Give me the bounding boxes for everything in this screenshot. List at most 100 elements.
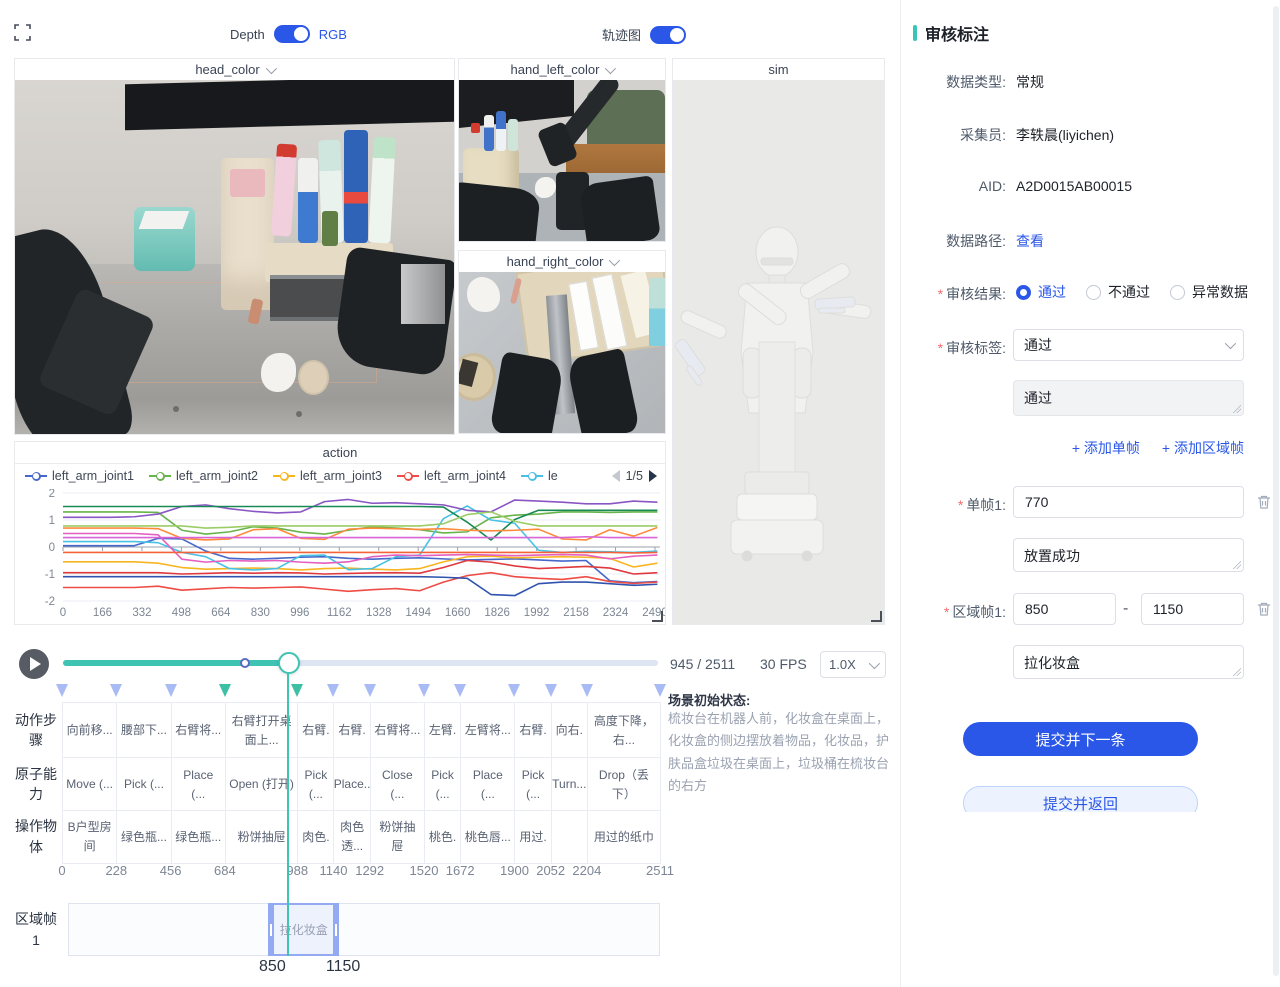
timeline-slider[interactable]: [63, 660, 658, 666]
scrollbar[interactable]: [1273, 6, 1279, 976]
segment-marker-icon[interactable]: [545, 684, 557, 697]
data-path-link[interactable]: 查看: [1016, 231, 1044, 251]
legend-item[interactable]: left_arm_joint3: [273, 469, 382, 483]
table-cell[interactable]: 左臂将...: [460, 702, 515, 759]
submit-return-button[interactable]: 提交并返回: [963, 786, 1198, 812]
radio-selected-icon[interactable]: [1016, 285, 1031, 300]
segment-marker-icon[interactable]: [56, 684, 68, 697]
segment-marker-icon[interactable]: [654, 684, 666, 697]
legend-item[interactable]: left_arm_joint1: [25, 469, 134, 483]
table-cell[interactable]: Place..: [333, 757, 370, 812]
action-chart[interactable]: 210-1-2016633249866483099611621328149416…: [15, 489, 665, 625]
table-cell[interactable]: [551, 810, 588, 864]
sim-view[interactable]: [673, 80, 884, 624]
table-cell[interactable]: Close (...: [370, 757, 425, 812]
table-cell[interactable]: 桃色.: [424, 810, 461, 864]
region-end-input[interactable]: 1150: [1141, 593, 1244, 625]
table-cell[interactable]: 右臂.: [514, 702, 551, 759]
resize-handle-icon[interactable]: [871, 611, 882, 622]
table-cell[interactable]: Move (...: [62, 757, 117, 812]
region-block[interactable]: 拉化妆盒: [268, 903, 339, 956]
legend-item[interactable]: left_arm_joint2: [149, 469, 258, 483]
table-cell[interactable]: 高度下降，右...: [587, 702, 661, 759]
table-cell[interactable]: 粉饼抽屉: [370, 810, 425, 864]
video-shape: [125, 80, 454, 130]
hand-left-color-title: hand_left_color: [511, 62, 600, 77]
hand-right-color-header[interactable]: hand_right_color: [459, 251, 665, 273]
region-start-input[interactable]: 850: [1013, 593, 1116, 625]
table-cell[interactable]: 用过.: [514, 810, 551, 864]
table-cell[interactable]: Pick (...: [116, 757, 171, 812]
table-cell[interactable]: 桃色唇...: [460, 810, 515, 864]
region-track[interactable]: [68, 903, 660, 956]
table-cell[interactable]: 向右.: [551, 702, 588, 759]
segment-marker-icon[interactable]: [219, 684, 231, 697]
table-cell[interactable]: 右臂将...: [171, 702, 226, 759]
comment-textarea[interactable]: 通过: [1013, 380, 1244, 416]
region-frame-note[interactable]: 拉化妆盒: [1013, 645, 1244, 679]
region-handle-left[interactable]: [268, 905, 274, 954]
resize-grip-icon[interactable]: [1233, 405, 1241, 413]
depth-rgb-toggle[interactable]: [274, 25, 310, 43]
table-cell[interactable]: 肉色透...: [333, 810, 370, 864]
table-cell[interactable]: 用过的纸巾: [587, 810, 661, 864]
table-cell[interactable]: Turn...: [551, 757, 588, 812]
table-cell[interactable]: Place (...: [460, 757, 515, 812]
add-region-frame-link[interactable]: + 添加区域帧: [1162, 438, 1244, 458]
fullscreen-icon[interactable]: [14, 24, 31, 41]
resize-grip-icon[interactable]: [1233, 561, 1241, 569]
region-handle-right[interactable]: [333, 905, 339, 954]
single-frame-marker[interactable]: [240, 658, 250, 668]
segment-marker-icon[interactable]: [327, 684, 339, 697]
trajectory-toggle[interactable]: [650, 26, 686, 44]
segment-marker-icon[interactable]: [508, 684, 520, 697]
table-cell[interactable]: 右臂.: [333, 702, 370, 759]
table-cell[interactable]: Drop（丢下）: [587, 757, 661, 812]
table-cell[interactable]: 肉色.: [297, 810, 334, 864]
hand-left-color-header[interactable]: hand_left_color: [459, 59, 665, 81]
table-cell[interactable]: 向前移...: [62, 702, 117, 759]
legend-prev-icon[interactable]: [612, 470, 620, 482]
table-cell[interactable]: 绿色瓶...: [171, 810, 226, 864]
table-cell[interactable]: 腰部下...: [116, 702, 171, 759]
segment-marker-icon[interactable]: [364, 684, 376, 697]
segment-marker-icon[interactable]: [291, 684, 303, 697]
slider-handle[interactable]: [278, 652, 300, 674]
radio-option[interactable]: 不通过: [1086, 282, 1150, 302]
tag-select[interactable]: 通过: [1013, 329, 1244, 361]
table-cell[interactable]: Pick (...: [297, 757, 334, 812]
speed-select[interactable]: 1.0X: [820, 651, 886, 678]
radio-option[interactable]: 通过: [1016, 282, 1066, 302]
playhead-line[interactable]: [287, 672, 289, 956]
radio-unselected-icon[interactable]: [1086, 285, 1101, 300]
table-cell[interactable]: B户型房间: [62, 810, 117, 864]
resize-handle-icon[interactable]: [652, 611, 663, 622]
segment-marker-icon[interactable]: [110, 684, 122, 697]
segment-marker-icon[interactable]: [581, 684, 593, 697]
legend-item[interactable]: le: [521, 469, 558, 483]
table-cell[interactable]: 右臂将...: [370, 702, 425, 759]
segment-marker-icon[interactable]: [454, 684, 466, 697]
radio-option[interactable]: 异常数据: [1170, 282, 1248, 302]
head-color-header[interactable]: head_color: [15, 59, 454, 81]
delete-single-frame-icon[interactable]: [1256, 494, 1272, 510]
table-cell[interactable]: 左臂.: [424, 702, 461, 759]
legend-item[interactable]: left_arm_joint4: [397, 469, 506, 483]
table-cell[interactable]: Pick (...: [424, 757, 461, 812]
play-button[interactable]: [19, 649, 49, 679]
resize-grip-icon[interactable]: [1233, 668, 1241, 676]
single-frame-input[interactable]: 770: [1013, 486, 1244, 518]
table-cell[interactable]: Place (...: [171, 757, 226, 812]
segment-marker-icon[interactable]: [418, 684, 430, 697]
legend-next-icon[interactable]: [649, 470, 657, 482]
table-cell[interactable]: 绿色瓶...: [116, 810, 171, 864]
table-cell[interactable]: 右臂.: [297, 702, 334, 759]
segment-marker-icon[interactable]: [165, 684, 177, 697]
single-frame-note[interactable]: 放置成功: [1013, 538, 1244, 572]
delete-region-frame-icon[interactable]: [1256, 601, 1272, 617]
submit-next-button[interactable]: 提交并下一条: [963, 722, 1198, 756]
table-cell[interactable]: Pick (...: [514, 757, 551, 812]
add-single-frame-link[interactable]: + 添加单帧: [1072, 438, 1140, 458]
hand-right-color-video: [459, 272, 665, 433]
radio-unselected-icon[interactable]: [1170, 285, 1185, 300]
